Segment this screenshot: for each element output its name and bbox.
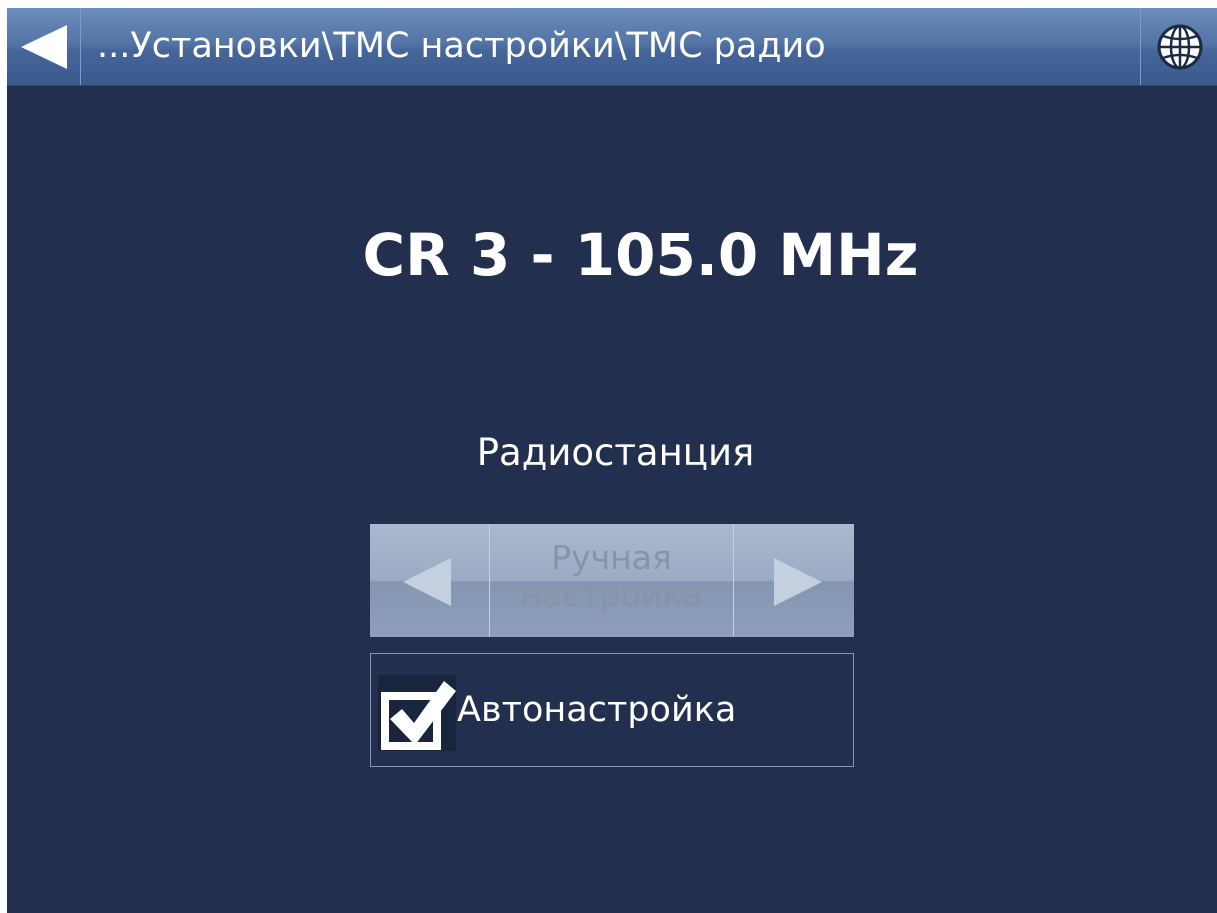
radio-station-selector[interactable]: Ручная настройка [370,524,854,637]
globe-icon [1157,24,1203,70]
auto-tune-label: Автонастройка [457,690,737,730]
selector-value: Ручная настройка [520,537,703,614]
previous-station-button[interactable] [370,524,490,637]
auto-tune-checkbox[interactable]: Автонастройка [370,653,854,767]
arrow-left-icon [403,558,451,606]
radio-station-label: Радиостанция [476,431,755,474]
title-bar: ...Установки\ТМС настройки\ТМС радио [7,8,1217,86]
next-station-button[interactable] [733,524,854,637]
arrow-right-icon [774,558,822,606]
current-station-readout: CR 3 - 105.0 MHz [362,221,919,289]
checkbox-checked-icon [378,675,456,751]
page-title: ...Установки\ТМС настройки\ТМС радио [97,26,826,66]
back-button[interactable] [7,8,81,85]
language-button[interactable] [1140,8,1217,85]
back-arrow-icon [21,25,67,69]
tmc-radio-screen: ...Установки\ТМС настройки\ТМС радио CR … [7,8,1217,913]
